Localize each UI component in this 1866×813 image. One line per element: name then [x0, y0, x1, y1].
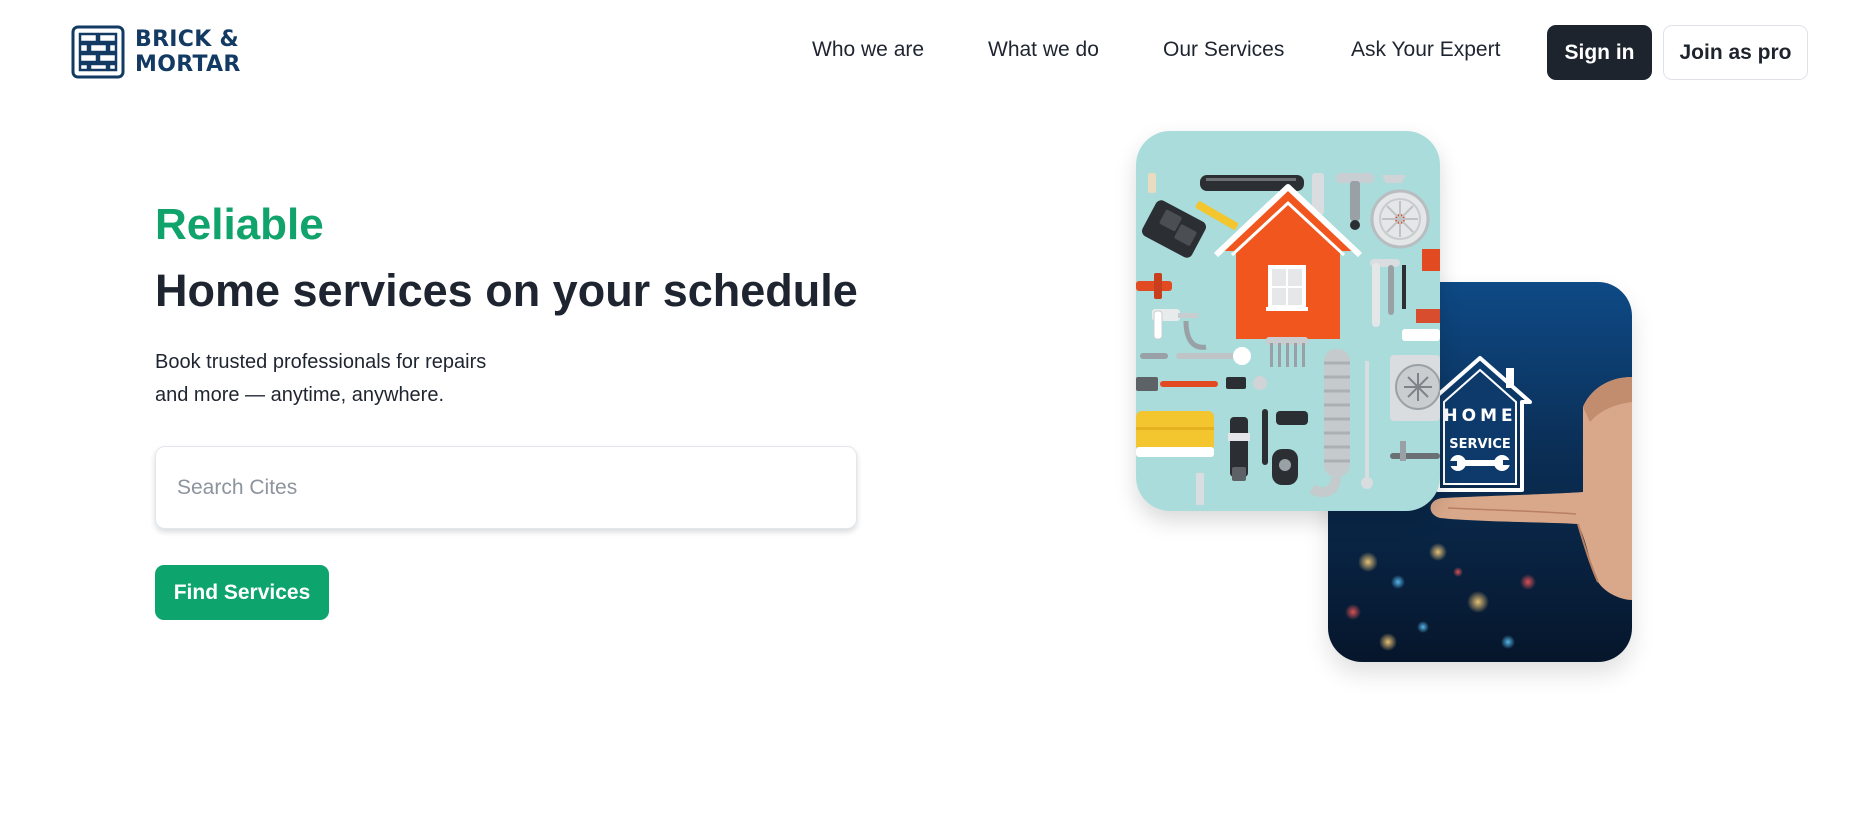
nav-link-who-we-are[interactable]: Who we are [812, 38, 924, 62]
find-services-button[interactable]: Find Services [155, 565, 329, 620]
hero-subtitle-line2: and more — anytime, anywhere. [155, 384, 445, 406]
hero-subtitle-line1: Book trusted professionals for repairs [155, 351, 487, 373]
badge-service-text: SERVICE [1449, 437, 1511, 452]
site-header: BRICK & MORTAR Who we are What we do Our… [0, 0, 1866, 106]
badge-home-text: HOME [1443, 406, 1516, 426]
tools-image-card [1136, 131, 1440, 511]
city-search-input[interactable] [155, 446, 857, 529]
hero-subtitle: Book trusted professionals for repairs a… [155, 346, 486, 412]
sign-in-button[interactable]: Sign in [1547, 25, 1652, 80]
nav-link-ask-your-expert[interactable]: Ask Your Expert [1351, 38, 1500, 62]
nav-link-what-we-do[interactable]: What we do [988, 38, 1099, 62]
brick-wall-icon [71, 25, 125, 79]
brand-name-line2: MORTAR [135, 52, 241, 77]
tools-flatlay-illustration [1136, 131, 1440, 511]
hero-headline: Home services on your schedule [155, 265, 858, 316]
join-as-pro-button[interactable]: Join as pro [1663, 25, 1808, 80]
brand-name-line1: BRICK & [135, 27, 240, 52]
hero-eyebrow: Reliable [155, 200, 324, 249]
nav-link-our-services[interactable]: Our Services [1163, 38, 1284, 62]
brand-logo[interactable]: BRICK & MORTAR [71, 25, 241, 79]
brand-name: BRICK & MORTAR [135, 27, 241, 77]
